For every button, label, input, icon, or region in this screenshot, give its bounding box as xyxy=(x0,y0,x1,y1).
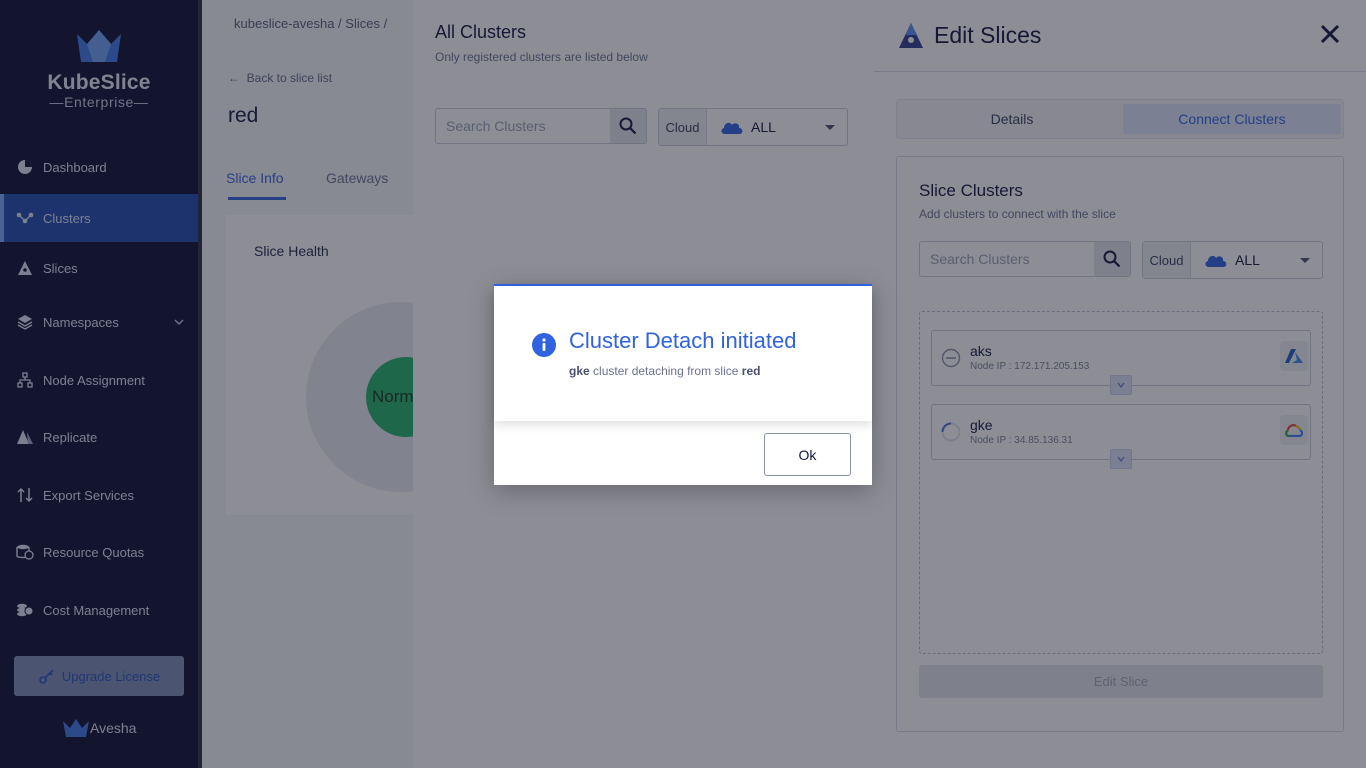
dialog-message: gke cluster detaching from slice red xyxy=(569,364,760,378)
dialog-message-slice: red xyxy=(741,364,761,378)
cluster-detach-dialog: Cluster Detach initiated gke cluster det… xyxy=(494,284,872,485)
dialog-message-cluster: gke xyxy=(569,364,590,378)
dialog-message-text: cluster detaching from slice xyxy=(593,364,739,378)
dialog-body: Cluster Detach initiated gke cluster det… xyxy=(494,286,872,421)
ok-button[interactable]: Ok xyxy=(764,433,851,476)
dialog-title: Cluster Detach initiated xyxy=(569,328,797,353)
info-icon xyxy=(532,333,556,357)
